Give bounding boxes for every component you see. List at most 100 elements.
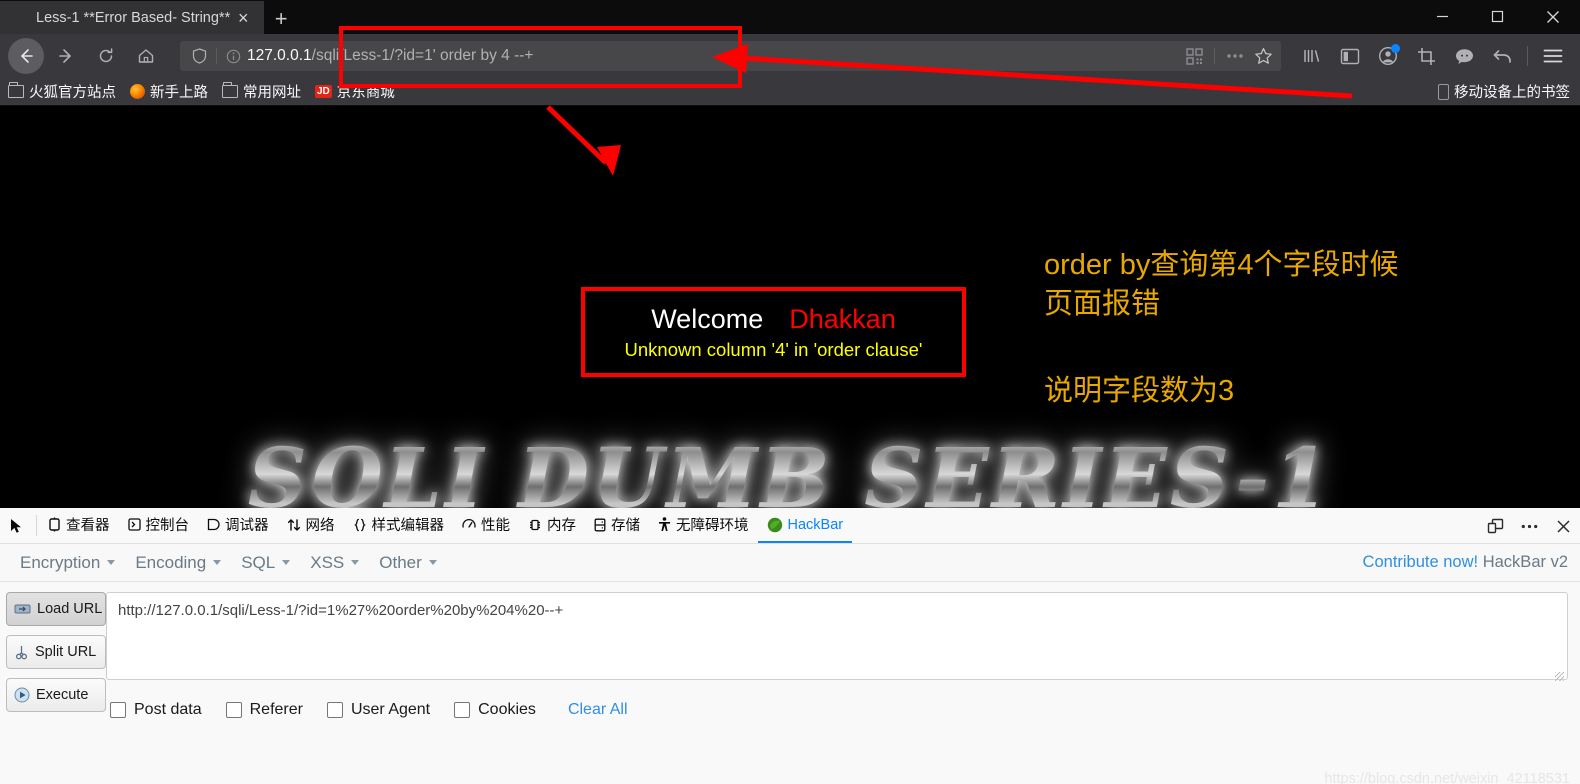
hackbar-version-label: HackBar v2 [1482,553,1568,571]
browser-window: Less-1 **Error Based- String** × + 127.0… [0,0,1580,784]
checkbox-box[interactable] [225,702,242,718]
forward-icon[interactable] [48,38,84,74]
welcome-line: Welcome Dhakkan [651,304,896,335]
devtools-tab-debugger[interactable]: 调试器 [198,508,278,543]
hackbar-menu-xss[interactable]: XSS [300,550,369,576]
split-url-button[interactable]: Split URL [6,635,106,669]
hackbar-menu-other[interactable]: Other [369,550,447,576]
back-icon[interactable] [8,38,44,74]
devtools-divider [36,515,37,536]
post-data-checkbox[interactable]: Post data [110,701,202,719]
contribute-link[interactable]: Contribute now! [1363,553,1479,571]
execute-button[interactable]: Execute [6,678,106,712]
load-url-button[interactable]: Load URL [6,592,106,626]
url-textarea[interactable] [106,592,1568,680]
new-tab-icon[interactable]: + [264,4,298,34]
hackbar-menu-encryption[interactable]: Encryption [10,550,125,576]
hackbar-menu-sql[interactable]: SQL [231,550,300,576]
bookmark-item[interactable]: 火狐官方站点 [8,81,116,102]
devtools-tab-hackbar[interactable]: HackBar [757,508,853,543]
accessibility-icon [658,517,671,532]
menu-label: Other [379,552,422,572]
hamburger-menu-icon[interactable] [1534,38,1572,74]
clear-all-link[interactable]: Clear All [568,701,628,719]
jd-icon: JD [315,85,332,98]
maximize-icon[interactable] [1470,0,1525,33]
bookmark-item[interactable]: 新手上路 [130,81,208,102]
hackbar-version-area: Contribute now! HackBar v2 [1363,553,1568,572]
devtools-tab-label: 性能 [481,518,510,534]
info-icon[interactable] [223,49,243,64]
devtools-close-icon[interactable] [1546,508,1580,544]
page-banner-title: SQLI DUMB SERIES-1 [170,431,1410,508]
devtools-tab-memory[interactable]: 内存 [519,508,585,543]
devtools-tab-style-editor[interactable]: 样式编辑器 [344,508,454,543]
checkbox-label: User Agent [350,701,431,718]
url-path: /sqli/Less-1/?id=1' order by 4 --+ [311,47,534,64]
welcome-text: Welcome [651,303,764,334]
bookmark-item[interactable]: JD 京东商城 [315,81,395,102]
url-bar[interactable]: 127.0.0.1/sqli/Less-1/?id=1' order by 4 … [180,41,1281,71]
bookmark-label: 新手上路 [150,85,208,101]
devtools-tab-label: 无障碍环境 [676,518,749,534]
hackbar-menu-encoding[interactable]: Encoding [125,550,231,576]
devtools-menu-icon[interactable] [1512,508,1546,544]
checkbox-box[interactable] [110,702,126,718]
element-picker-icon[interactable] [0,508,34,543]
url-textarea-wrapper [106,592,1568,685]
devtools-tab-inspector[interactable]: 查看器 [39,508,119,543]
devtools-tab-label: 查看器 [66,518,110,534]
devtools-tab-label: HackBar [787,516,844,533]
devtools-tab-label: 控制台 [145,518,190,534]
qr-code-icon[interactable] [1180,43,1208,69]
devtools-tab-label: 网络 [305,518,335,534]
browser-tab[interactable]: Less-1 **Error Based- String** × [0,1,265,34]
referer-checkbox[interactable]: Referer [225,701,303,719]
devtools-tab-storage[interactable]: 存储 [585,508,649,543]
account-icon[interactable] [1369,38,1407,74]
bookmark-item[interactable]: 常用网址 [222,81,301,102]
close-icon[interactable]: × [230,5,256,31]
page-actions-icon[interactable] [1221,43,1249,69]
url-divider [216,48,217,64]
mobile-bookmarks-item[interactable]: 移动设备上的书签 [1438,81,1570,102]
devtools-panel: 查看器 控制台 调试器 网络 样式编辑器 性能 内存 存储 无障碍环境 Hack… [0,508,1580,784]
url-text[interactable]: 127.0.0.1/sqli/Less-1/?id=1' order by 4 … [243,47,1180,65]
devtools-tab-console[interactable]: 控制台 [119,508,199,543]
devtools-tab-accessibility[interactable]: 无障碍环境 [649,508,758,543]
sidebar-icon[interactable] [1331,38,1369,74]
play-icon [14,687,30,703]
screenshot-crop-icon[interactable] [1407,38,1445,74]
chat-icon[interactable] [1445,38,1483,74]
load-url-icon [14,602,31,616]
checkbox-label: Referer [249,701,303,718]
checkbox-box[interactable] [454,702,471,718]
firefox-icon [130,84,145,99]
watermark-text: https://blog.csdn.net/weixin_42118531 [1324,771,1570,784]
devtools-tabbar: 查看器 控制台 调试器 网络 样式编辑器 性能 内存 存储 无障碍环境 Hack… [0,508,1580,544]
tab-title: Less-1 **Error Based- String** [36,9,231,26]
reload-icon[interactable] [88,38,124,74]
library-icon[interactable] [1293,38,1331,74]
home-icon[interactable] [128,38,164,74]
minimize-icon[interactable] [1415,0,1470,33]
undo-icon[interactable] [1483,38,1521,74]
devtools-tab-label: 内存 [547,518,576,534]
resize-handle[interactable] [1555,672,1564,681]
chevron-down-icon [213,560,222,565]
devtools-tab-label: 存储 [611,518,640,534]
close-window-icon[interactable] [1525,0,1580,33]
user-agent-checkbox[interactable]: User Agent [326,701,431,719]
responsive-mode-icon[interactable] [1478,508,1512,544]
devtools-tab-performance[interactable]: 性能 [453,508,519,543]
hackbar-options-row: Post data Referer User Agent Cookies Cle… [106,701,1568,719]
chevron-down-icon [107,560,116,565]
style-editor-icon [353,518,367,532]
devtools-tab-network[interactable]: 网络 [278,508,344,543]
memory-icon [528,518,542,532]
cookies-checkbox[interactable]: Cookies [454,701,536,719]
bookmark-star-icon[interactable] [1249,43,1277,69]
checkbox-box[interactable] [326,702,343,718]
shield-icon [188,48,210,64]
sql-error-box: Welcome Dhakkan Unknown column '4' in 'or… [581,287,966,377]
